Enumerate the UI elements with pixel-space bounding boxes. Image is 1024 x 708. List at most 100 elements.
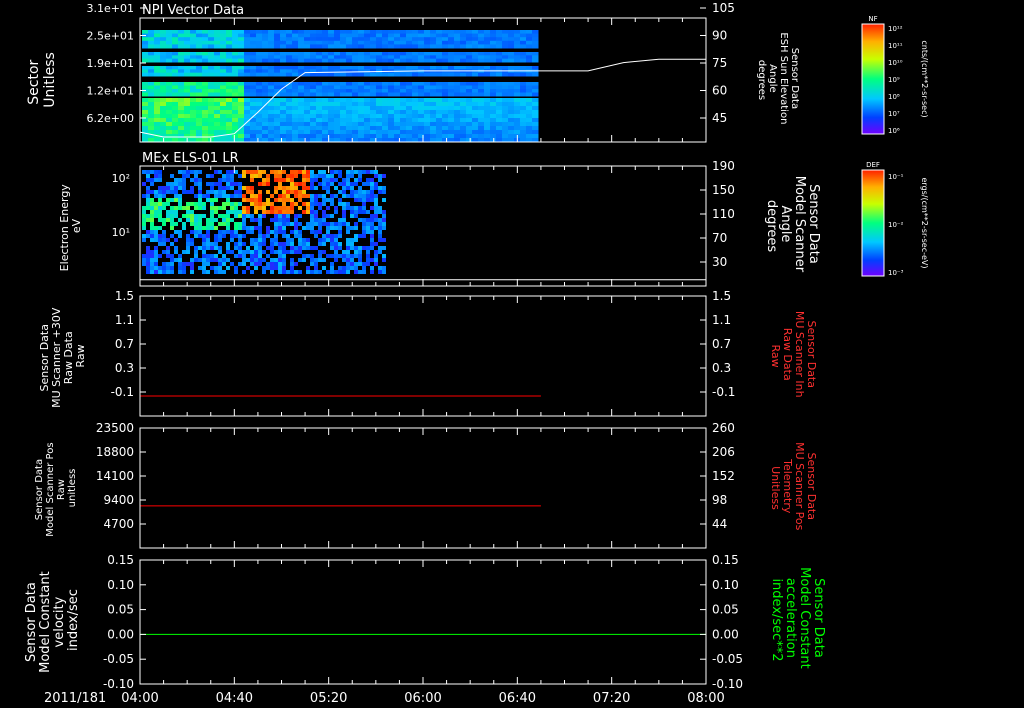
heatmap-cell	[166, 98, 173, 103]
left-axis-label: Electron Energy eV	[58, 181, 83, 272]
heatmap-cell	[370, 222, 374, 226]
heatmap-cell	[214, 238, 218, 242]
heatmap-cell	[394, 122, 401, 127]
heatmap-cell	[496, 33, 503, 38]
heatmap-cell	[234, 182, 238, 186]
heatmap-cell	[418, 66, 425, 70]
heatmap-cell	[394, 72, 401, 77]
heatmap-cell	[496, 40, 503, 45]
heatmap-cell	[160, 30, 167, 35]
heatmap-cell	[226, 82, 233, 86]
heatmap-cell	[466, 89, 473, 93]
heatmap-cell	[358, 98, 365, 103]
heatmap-cell	[232, 118, 239, 123]
heatmap-cell	[382, 186, 386, 190]
heatmap-cell	[520, 85, 527, 90]
heatmap-cell	[282, 246, 286, 250]
heatmap-cell	[182, 266, 186, 270]
heatmap-cell	[282, 194, 286, 198]
heatmap-cell	[256, 52, 263, 56]
heatmap-cell	[214, 69, 221, 74]
heatmap-cell	[166, 44, 173, 49]
heatmap-cell	[174, 186, 178, 190]
heatmap-cell	[196, 52, 203, 56]
heatmap-cell	[362, 262, 366, 266]
heatmap-cell	[310, 262, 314, 266]
heatmap-cell	[294, 218, 298, 222]
heatmap-cell	[142, 102, 149, 107]
heatmap-cell	[282, 242, 286, 246]
heatmap-cell	[442, 92, 449, 97]
heatmap-cell	[388, 37, 395, 42]
heatmap-cell	[430, 89, 437, 93]
heatmap-cell	[310, 58, 317, 63]
heatmap-cell	[472, 102, 479, 107]
heatmap-cell	[406, 58, 413, 63]
heatmap-cell	[484, 40, 491, 45]
heatmap-cell	[290, 198, 294, 202]
heatmap-cell	[166, 82, 173, 86]
heatmap-cell	[466, 98, 473, 103]
heatmap-cell	[268, 130, 275, 135]
heatmap-cell	[170, 186, 174, 190]
heatmap-cell	[340, 33, 347, 38]
heatmap-cell	[208, 37, 215, 42]
heatmap-cell	[202, 206, 206, 210]
heatmap-cell	[388, 110, 395, 115]
heatmap-cell	[262, 30, 269, 35]
heatmap-cell	[382, 270, 386, 274]
heatmap-cell	[250, 33, 257, 38]
heatmap-cell	[448, 33, 455, 38]
heatmap-cell	[378, 234, 382, 238]
heatmap-cell	[250, 230, 254, 234]
heatmap-cell	[238, 182, 242, 186]
heatmap-cell	[194, 246, 198, 250]
heatmap-cell	[430, 58, 437, 63]
heatmap-cell	[358, 102, 365, 107]
heatmap-cell	[364, 130, 371, 135]
heatmap-cell	[214, 122, 221, 127]
heatmap-cell	[338, 222, 342, 226]
heatmap-cell	[220, 55, 227, 60]
heatmap-cell	[274, 114, 281, 119]
heatmap-cell	[232, 122, 239, 127]
heatmap-cell	[234, 206, 238, 210]
heatmap-cell	[280, 122, 287, 127]
heatmap-cell	[330, 254, 334, 258]
heatmap-cell	[166, 266, 170, 270]
heatmap-cell	[142, 85, 149, 90]
heatmap-cell	[508, 118, 515, 123]
heatmap-cell	[370, 33, 377, 38]
heatmap-cell	[316, 114, 323, 119]
heatmap-cell	[454, 98, 461, 103]
heatmap-cell	[412, 52, 419, 56]
heatmap-cell	[146, 234, 150, 238]
heatmap-cell	[334, 130, 341, 135]
heatmap-cell	[178, 266, 182, 270]
heatmap-cell	[374, 194, 378, 198]
heatmap-cell	[290, 174, 294, 178]
heatmap-cell	[184, 55, 191, 60]
heatmap-cell	[232, 126, 239, 131]
heatmap-cell	[154, 238, 158, 242]
heatmap-cell	[364, 33, 371, 38]
heatmap-cell	[222, 214, 226, 218]
heatmap-cell	[352, 37, 359, 42]
heatmap-cell	[222, 230, 226, 234]
heatmap-cell	[148, 122, 155, 127]
heatmap-cell	[166, 218, 170, 222]
right-y-ticks: 1901501107030	[700, 159, 735, 269]
heatmap-cell	[154, 126, 161, 131]
heatmap-cell	[302, 258, 306, 262]
heatmap-cell	[146, 246, 150, 250]
heatmap-cell	[382, 126, 389, 131]
heatmap-cell	[366, 210, 370, 214]
heatmap-cell	[430, 106, 437, 111]
heatmap-cell	[154, 234, 158, 238]
heatmap-cell	[250, 126, 257, 131]
heatmap-cell	[388, 134, 395, 139]
heatmap-cell	[278, 194, 282, 198]
heatmap-cell	[502, 98, 509, 103]
heatmap-cell	[352, 44, 359, 49]
heatmap-cell	[282, 230, 286, 234]
